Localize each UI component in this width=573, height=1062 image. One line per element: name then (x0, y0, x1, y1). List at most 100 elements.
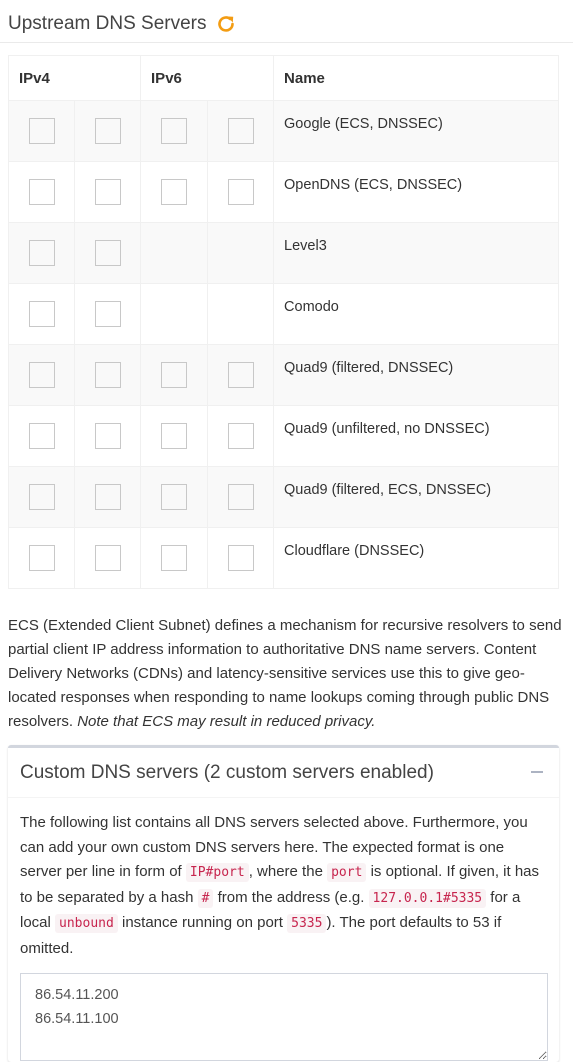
ipv6-column-header: IPv6 (140, 55, 275, 101)
ipv4-checkbox-2[interactable] (94, 362, 121, 388)
checkbox-cell (73, 527, 142, 589)
checkbox-cell (73, 283, 142, 345)
dns-provider-name: Level3 (273, 222, 559, 284)
ipv6-checkbox-1[interactable] (161, 423, 188, 449)
ipv6-checkbox-2[interactable] (227, 362, 254, 388)
dns-provider-name: OpenDNS (ECS, DNSSEC) (273, 161, 559, 223)
upstream-dns-header: Upstream DNS Servers (0, 0, 573, 43)
ipv4-checkbox-2[interactable] (94, 179, 121, 205)
table-row: Quad9 (filtered, DNSSEC) (8, 344, 559, 406)
ipv6-checkbox-2[interactable] (227, 545, 254, 571)
ipv4-checkbox-1[interactable] (28, 301, 55, 327)
custom-dns-title: Custom DNS servers (2 custom servers ena… (20, 761, 434, 783)
ipv4-checkbox-1[interactable] (28, 423, 55, 449)
page-title: Upstream DNS Servers (8, 12, 207, 34)
ipv4-checkbox-1[interactable] (28, 118, 55, 144)
ipv6-checkbox-2[interactable] (227, 179, 254, 205)
table-row: Cloudflare (DNSSEC) (8, 527, 559, 589)
format-code: IP#port (185, 863, 249, 882)
custom-dns-panel-body: The following list contains all DNS serv… (8, 798, 559, 1061)
dns-provider-name: Comodo (273, 283, 559, 345)
minus-icon[interactable] (527, 763, 547, 783)
checkbox-cell (207, 466, 275, 528)
checkbox-cell (73, 405, 142, 467)
table-row: OpenDNS (ECS, DNSSEC) (8, 161, 559, 223)
custom-dns-description: The following list contains all DNS serv… (20, 811, 547, 961)
unbound-code: unbound (55, 914, 118, 933)
checkbox-cell (207, 100, 275, 162)
checkbox-cell (207, 222, 275, 284)
checkbox-cell (73, 100, 142, 162)
desc-text-6: instance running on port (122, 914, 283, 931)
ipv4-checkbox-1[interactable] (28, 362, 55, 388)
ipv6-checkbox-2[interactable] (227, 118, 254, 144)
ipv4-checkbox-2[interactable] (94, 301, 121, 327)
custom-dns-servers-textarea[interactable] (20, 973, 548, 1061)
ecs-description: ECS (Extended Client Subnet) defines a m… (8, 614, 564, 734)
table-row: Comodo (8, 283, 559, 345)
table-row: Google (ECS, DNSSEC) (8, 100, 559, 162)
checkbox-cell (140, 161, 209, 223)
checkbox-cell (140, 100, 209, 162)
checkbox-cell (140, 222, 209, 284)
table-row: Quad9 (filtered, ECS, DNSSEC) (8, 466, 559, 528)
checkbox-cell (140, 283, 209, 345)
port-code: port (327, 863, 367, 882)
ipv6-checkbox-1[interactable] (161, 545, 188, 571)
hash-code: # (197, 888, 214, 908)
ipv6-checkbox-1[interactable] (161, 362, 188, 388)
checkbox-cell (8, 405, 75, 467)
checkbox-cell (140, 527, 209, 589)
ipv6-checkbox-2[interactable] (227, 423, 254, 449)
checkbox-cell (207, 405, 275, 467)
ipv4-checkbox-2[interactable] (94, 118, 121, 144)
checkbox-cell (8, 527, 75, 589)
desc-text-2: , where the (248, 863, 323, 880)
checkbox-cell (207, 161, 275, 223)
ipv4-column-header: IPv4 (7, 55, 142, 101)
dns-provider-name: Quad9 (unfiltered, no DNSSEC) (273, 405, 559, 467)
ipv4-checkbox-2[interactable] (94, 545, 121, 571)
name-column-header: Name (273, 55, 559, 101)
custom-dns-panel-header: Custom DNS servers (2 custom servers ena… (8, 748, 559, 798)
checkbox-cell (8, 222, 75, 284)
custom-dns-panel: Custom DNS servers (2 custom servers ena… (8, 745, 559, 1062)
dns-provider-name: Google (ECS, DNSSEC) (273, 100, 559, 162)
desc-text-4: from the address (e.g. (217, 888, 365, 906)
checkbox-cell (8, 344, 75, 406)
checkbox-cell (140, 344, 209, 406)
checkbox-cell (207, 344, 275, 406)
checkbox-cell (8, 283, 75, 345)
example-address-code: 127.0.0.1#5335 (368, 888, 487, 908)
ipv4-checkbox-1[interactable] (28, 484, 55, 510)
checkbox-cell (140, 405, 209, 467)
refresh-icon[interactable] (215, 13, 237, 35)
dns-provider-name: Quad9 (filtered, ECS, DNSSEC) (273, 466, 559, 528)
checkbox-cell (8, 100, 75, 162)
checkbox-cell (8, 466, 75, 528)
dns-provider-name: Cloudflare (DNSSEC) (273, 527, 559, 589)
checkbox-cell (73, 344, 142, 406)
checkbox-cell (73, 466, 142, 528)
ipv4-checkbox-2[interactable] (94, 423, 121, 449)
ipv6-checkbox-1[interactable] (161, 179, 188, 205)
ipv4-checkbox-2[interactable] (94, 484, 121, 510)
ipv6-checkbox-1[interactable] (161, 484, 188, 510)
table-row: Quad9 (unfiltered, no DNSSEC) (8, 405, 559, 467)
checkbox-cell (8, 161, 75, 223)
upstream-dns-table: IPv4 IPv6 Name Google (ECS, DNSSEC) OpenD… (7, 55, 559, 589)
checkbox-cell (207, 527, 275, 589)
dns-provider-name: Quad9 (filtered, DNSSEC) (273, 344, 559, 406)
ipv4-checkbox-1[interactable] (28, 545, 55, 571)
checkbox-cell (140, 466, 209, 528)
ipv4-checkbox-2[interactable] (94, 240, 121, 266)
table-row: Level3 (8, 222, 559, 284)
checkbox-cell (73, 222, 142, 284)
ipv4-checkbox-1[interactable] (28, 179, 55, 205)
checkbox-cell (73, 161, 142, 223)
checkbox-cell (207, 283, 275, 345)
ipv6-checkbox-1[interactable] (161, 118, 188, 144)
ecs-privacy-note: Note that ECS may result in reduced priv… (77, 713, 376, 730)
ipv6-checkbox-2[interactable] (227, 484, 254, 510)
ipv4-checkbox-1[interactable] (28, 240, 55, 266)
